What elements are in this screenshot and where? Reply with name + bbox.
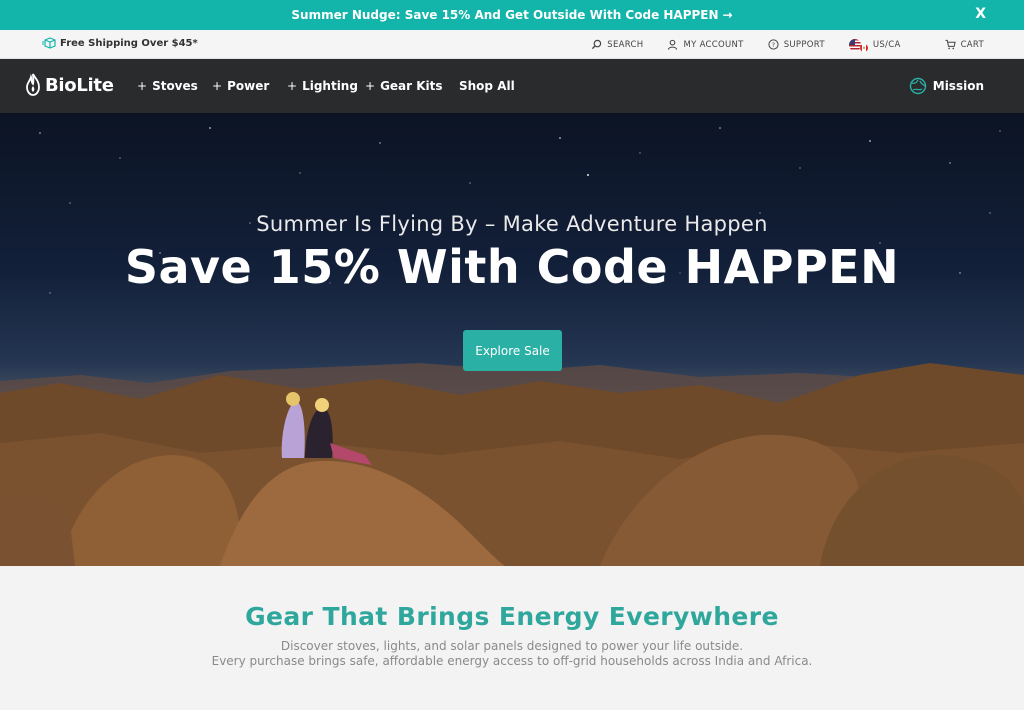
free-shipping-notice[interactable]: Free Shipping Over $45*	[42, 37, 198, 49]
account-link[interactable]: MY ACCOUNT	[667, 39, 743, 50]
explore-sale-button[interactable]: Explore Sale	[463, 330, 562, 371]
hero-banner: Summer Is Flying By – Make Adventure Hap…	[0, 113, 1024, 566]
search-label: SEARCH	[607, 39, 644, 50]
hero-headline: Save 15% With Code HAPPEN	[124, 240, 900, 294]
shipping-label: Free Shipping Over $45*	[60, 37, 198, 49]
utility-bar: Free Shipping Over $45* SEARCH MY ACCOUN…	[0, 30, 1024, 59]
mission-label: Mission	[932, 79, 984, 93]
main-nav: BioLite + Stoves + Power + Lighting + Gear K…	[0, 59, 1024, 113]
globe-icon	[909, 77, 926, 95]
arrow-right-icon[interactable]: →	[723, 8, 733, 22]
plus-icon: +	[212, 79, 223, 93]
intro-section: Gear That Brings Energy Everywhere Disco…	[0, 566, 1024, 710]
search-link[interactable]: SEARCH	[591, 39, 643, 50]
support-link[interactable]: ? SUPPORT	[768, 39, 825, 50]
nav-label-power: Power	[227, 79, 270, 93]
plus-icon: +	[287, 79, 298, 93]
svg-text:?: ?	[771, 41, 775, 49]
hero-subtitle: Summer Is Flying By – Make Adventure Hap…	[256, 212, 768, 236]
nav-item-gear-kits[interactable]: + Gear Kits	[365, 79, 443, 93]
plus-icon: +	[365, 79, 376, 93]
nav-item-shop-all[interactable]: Shop All	[459, 79, 515, 93]
biolite-logo[interactable]: BioLite	[24, 73, 114, 97]
nav-item-lighting[interactable]: + Lighting	[287, 79, 358, 93]
region-label: US/CA	[872, 39, 901, 50]
nav-label-stoves: Stoves	[152, 79, 198, 93]
shipping-box-icon	[42, 37, 56, 49]
help-icon: ?	[768, 39, 779, 50]
plus-icon: +	[137, 79, 148, 93]
section-description-line-1: Discover stoves, lights, and solar panel…	[280, 639, 744, 653]
nav-label-gear-kits: Gear Kits	[380, 79, 443, 93]
cart-link[interactable]: CART	[945, 39, 984, 50]
user-icon	[668, 39, 678, 50]
cart-label: CART	[960, 39, 984, 50]
support-label: SUPPORT	[783, 39, 825, 50]
canada-flag-icon	[859, 43, 868, 52]
region-selector[interactable]: US/CA	[848, 38, 901, 52]
nav-item-power[interactable]: + Power	[212, 79, 269, 93]
search-icon	[592, 39, 602, 50]
logo-text: BioLite	[45, 74, 114, 96]
flame-logo-icon	[26, 73, 40, 96]
close-promo-button[interactable]: X	[975, 6, 986, 22]
promo-text[interactable]: Summer Nudge: Save 15% And Get Outside W…	[291, 8, 718, 22]
account-label: MY ACCOUNT	[683, 39, 744, 50]
section-description-line-2: Every purchase brings safe, affordable e…	[211, 654, 813, 668]
utility-links: SEARCH MY ACCOUNT ? SUPPORT US/CA CART	[567, 30, 984, 59]
nav-label-lighting: Lighting	[302, 79, 358, 93]
section-title: Gear That Brings Energy Everywhere	[245, 602, 779, 631]
promo-bar[interactable]: Summer Nudge: Save 15% And Get Outside W…	[0, 0, 1024, 30]
nav-item-stoves[interactable]: + Stoves	[137, 79, 198, 93]
cart-icon	[945, 39, 956, 50]
mission-link[interactable]: Mission	[909, 77, 984, 95]
